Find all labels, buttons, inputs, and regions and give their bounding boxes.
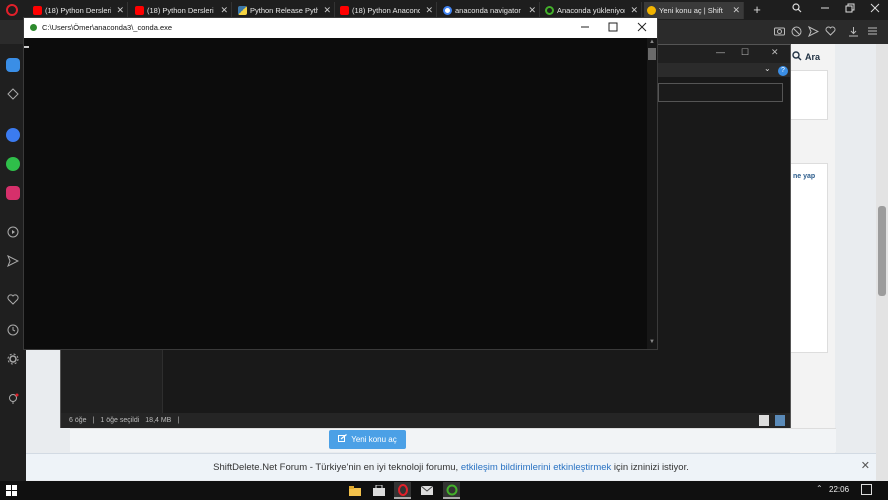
whatsapp-icon[interactable] — [6, 157, 20, 171]
post-actions-row — [70, 428, 836, 452]
shiftdelete-icon — [647, 6, 656, 15]
tab-label: Yeni konu aç | Shift — [659, 6, 723, 15]
mail-icon[interactable] — [418, 482, 435, 499]
tab-label: (18) Python Dersleri — [147, 6, 214, 15]
tab-label: Python Release Python — [250, 6, 318, 15]
chevron-down-icon[interactable]: ⌄ — [764, 64, 771, 73]
status-size: 18,4 MB — [145, 417, 172, 424]
close-icon[interactable]: ✕ — [323, 5, 331, 16]
minimize-icon[interactable] — [818, 3, 832, 16]
details-view-button[interactable] — [759, 415, 769, 426]
side-card — [790, 70, 828, 120]
side-card-link[interactable]: ne yap — [793, 173, 815, 180]
tab-label: anaconda navigator — [455, 6, 521, 15]
explorer-nav-pane — [61, 349, 163, 413]
search-label: Ara — [805, 52, 821, 62]
help-icon[interactable]: ? — [778, 66, 788, 76]
restore-icon[interactable] — [843, 3, 857, 16]
file-explorer-icon[interactable] — [346, 482, 363, 499]
google-icon — [443, 6, 452, 15]
status-selected: 1 öğe seçildi — [100, 417, 140, 424]
text-cursor — [24, 46, 29, 48]
conda-icon[interactable] — [443, 482, 460, 499]
store-icon[interactable] — [370, 482, 387, 499]
close-icon[interactable]: ✕ — [116, 5, 124, 16]
search-button[interactable]: Ara — [792, 48, 836, 66]
explorer-status-bar: 6 öğe | 1 öğe seçildi 18,4 MB | — [61, 413, 790, 428]
notification-bar: ShiftDelete.Net Forum - Türkiye'nin en i… — [26, 453, 876, 480]
chevron-up-icon[interactable]: ▲ — [647, 39, 657, 45]
windows-taskbar: ⌃ 22:06 — [0, 481, 888, 500]
console-scroll-thumb[interactable] — [648, 48, 656, 60]
settings-icon[interactable] — [6, 353, 20, 367]
close-icon[interactable]: ✕ — [732, 5, 740, 16]
minimize-icon[interactable] — [577, 22, 593, 35]
messenger-icon[interactable] — [6, 128, 20, 142]
heart-icon[interactable] — [824, 26, 836, 38]
close-icon[interactable]: ✕ — [771, 47, 779, 58]
player-icon[interactable] — [6, 226, 20, 240]
home-icon[interactable] — [6, 58, 20, 72]
new-topic-label: Yeni konu aç — [351, 435, 397, 444]
close-icon[interactable]: ✕ — [528, 5, 536, 16]
tab-active[interactable]: Yeni konu aç | Shift ✕ — [644, 2, 744, 19]
console-scrollbar[interactable]: ▲ ▼ — [647, 38, 657, 349]
page-scrollbar-thumb[interactable] — [878, 206, 886, 296]
opera-icon[interactable] — [394, 482, 411, 499]
close-icon[interactable] — [634, 22, 650, 35]
youtube-icon — [33, 6, 42, 15]
opera-logo-icon[interactable] — [6, 4, 18, 16]
search-icon — [792, 51, 802, 63]
youtube-icon — [340, 6, 349, 15]
explorer-search-field[interactable] — [658, 83, 783, 102]
close-icon[interactable]: ✕ — [425, 5, 433, 16]
download-icon[interactable] — [847, 26, 859, 38]
close-window-icon[interactable] — [868, 3, 882, 16]
search-tabs-icon[interactable] — [790, 3, 804, 16]
status-divider: | — [92, 417, 95, 424]
clock[interactable]: 22:06 — [829, 485, 849, 494]
maximize-icon[interactable]: ☐ — [741, 47, 749, 58]
notification-prefix: ShiftDelete.Net Forum - Türkiye'nin en i… — [213, 461, 459, 473]
close-icon[interactable]: ✕ — [220, 5, 228, 16]
speed-dial-icon[interactable] — [6, 88, 20, 102]
console-titlebar: C:\Users\Ömer\anaconda3\_conda.exe — [24, 18, 657, 38]
side-card — [790, 163, 828, 353]
menu-icon[interactable] — [866, 26, 878, 38]
conda-icon — [30, 24, 37, 31]
instagram-icon[interactable] — [6, 186, 20, 200]
close-icon[interactable]: ✕ — [861, 459, 870, 472]
edit-icon — [338, 434, 348, 445]
minimize-icon[interactable]: — — [716, 47, 725, 57]
youtube-icon — [135, 6, 144, 15]
tiles-view-button[interactable] — [775, 415, 785, 426]
camera-icon[interactable] — [773, 26, 785, 38]
maximize-icon[interactable] — [605, 22, 621, 35]
send-icon[interactable] — [6, 254, 20, 269]
status-divider: | — [177, 417, 180, 424]
chevron-up-icon[interactable]: ⌃ — [816, 484, 823, 493]
tab-label: (18) Python Anaconda — [352, 6, 421, 15]
tab-label: (18) Python Dersleri — [45, 6, 112, 15]
send-icon[interactable] — [807, 25, 819, 38]
status-items: 6 öğe — [69, 417, 87, 424]
python-icon — [238, 6, 247, 15]
console-title: C:\Users\Ömer\anaconda3\_conda.exe — [42, 23, 173, 32]
action-center-icon[interactable] — [861, 484, 872, 495]
close-icon[interactable]: ✕ — [630, 5, 638, 16]
history-icon[interactable] — [6, 324, 20, 338]
adblock-icon[interactable] — [790, 26, 802, 38]
new-tab-button[interactable]: + — [750, 1, 764, 18]
notification-link[interactable]: etkileşim bildirimlerini etkinleştirmek — [461, 462, 611, 473]
windows-start-icon[interactable] — [6, 485, 17, 496]
tab-label: Anaconda yükleniyor — [557, 6, 626, 15]
power-icon — [545, 6, 554, 15]
heart-icon[interactable] — [6, 294, 20, 308]
tips-icon[interactable] — [6, 393, 20, 407]
new-topic-button[interactable]: Yeni konu aç — [329, 430, 406, 449]
notification-suffix: için izninizi istiyor. — [613, 461, 689, 473]
chevron-down-icon[interactable]: ▼ — [647, 339, 657, 345]
console-window[interactable]: C:\Users\Ömer\anaconda3\_conda.exe ▲ ▼ — [23, 17, 658, 350]
